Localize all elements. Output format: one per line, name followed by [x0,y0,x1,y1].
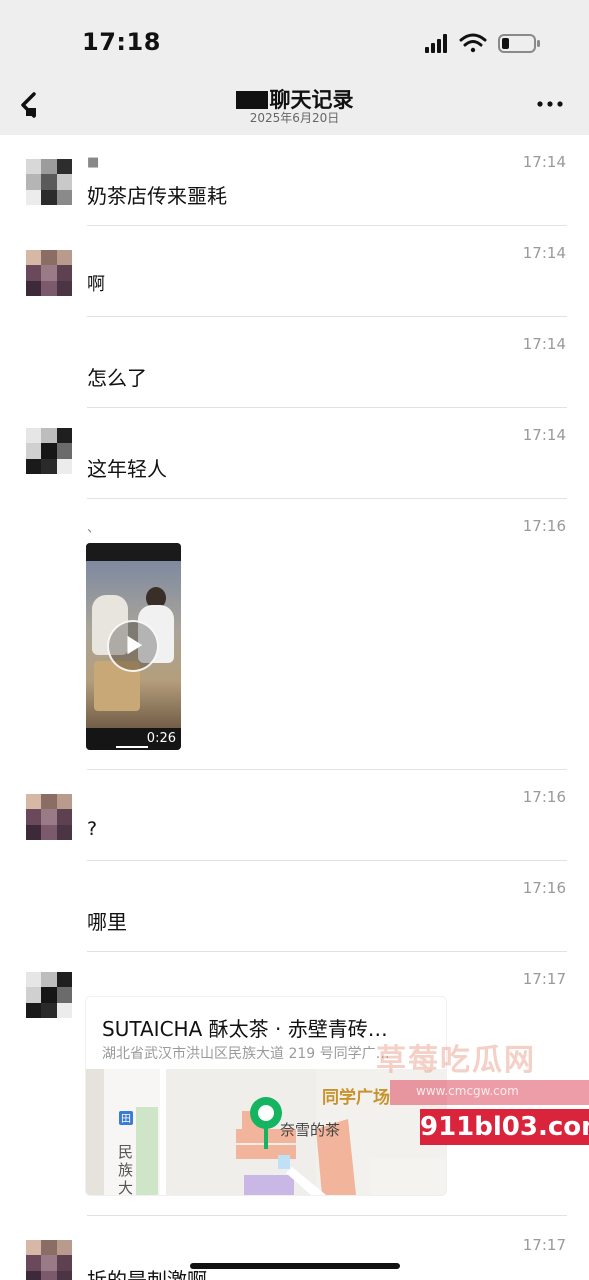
message-time: 17:16 [522,788,566,806]
map-label-street: 民 [118,1143,133,1161]
map-label-street: 大 [118,1179,133,1195]
redacted-name [235,91,268,109]
avatar[interactable] [26,250,72,296]
location-name: SUTAICHA 酥太茶 · 赤壁青砖… [102,1017,388,1041]
svg-text:田: 田 [121,1114,131,1125]
watermark-url: www.cmcgw.com [416,1084,519,1098]
watermark-domain: 911bl03.com [420,1109,589,1145]
chat-history-screen: 17:18 聊天记录 2025年6月20日 ■ 17:14 奶茶店传来噩耗 17… [0,0,589,1280]
video-duration: 0:26 [146,731,176,746]
message-time: 17:17 [522,970,566,988]
message-time: 17:14 [522,335,566,353]
avatar[interactable] [26,1240,72,1280]
video-progress [116,746,148,748]
play-icon[interactable] [107,620,159,672]
home-indicator[interactable] [190,1263,400,1269]
message-text: 怎么了 [87,366,147,390]
sender-name: ■ [87,155,100,170]
status-icons [425,33,540,53]
avatar[interactable] [26,428,72,474]
page-subtitle-date: 2025年6月20日 [249,111,340,125]
avatar[interactable] [26,794,72,840]
watermark-site-name: 草莓吃瓜网 [376,1043,536,1078]
video-message[interactable]: 0:26 [86,543,181,750]
message-time: 17:16 [522,879,566,897]
message-text: 啊 [87,274,105,295]
message-time: 17:16 [522,517,566,535]
list-item[interactable]: 17:14 啊 [0,226,589,317]
map-label-street: 族 [118,1161,133,1179]
avatar[interactable] [26,159,72,205]
list-item[interactable]: 17:17 拆的是刺激啊 [0,1216,589,1280]
message-time: 17:17 [522,1236,566,1254]
battery-icon [498,34,540,53]
sender-name: 、 [87,521,101,536]
message-time: 17:14 [522,244,566,262]
map-label-shop: 奈雪的茶 [280,1121,340,1139]
header: 17:18 聊天记录 2025年6月20日 [0,0,589,135]
message-text: 这年轻人 [87,457,167,481]
more-icon[interactable] [537,100,563,108]
message-text: 拆的是刺激啊 [87,1268,207,1280]
message-text: 哪里 [87,910,127,934]
message-text: ? [87,818,98,840]
wifi-icon [459,33,487,53]
list-item[interactable]: 17:16 ? [0,770,589,861]
list-item[interactable]: ■ 17:14 奶茶店传来噩耗 [0,135,589,226]
video-letterbox-top [86,543,181,561]
message-time: 17:14 [522,153,566,171]
map-label-plaza: 同学广场 [322,1087,390,1108]
list-item[interactable]: 17:14 怎么了 [0,317,589,408]
location-address: 湖北省武汉市洪山区民族大道 219 号同学广… [102,1046,390,1062]
status-time: 17:18 [82,28,161,56]
message-time: 17:14 [522,426,566,444]
signal-icon [425,34,447,53]
message-text: 奶茶店传来噩耗 [87,184,227,208]
watermark-band: www.cmcgw.com [390,1080,589,1105]
avatar[interactable] [26,972,72,1018]
list-item[interactable]: 17:16 哪里 [0,861,589,952]
list-item[interactable]: 17:14 这年轻人 [0,408,589,499]
